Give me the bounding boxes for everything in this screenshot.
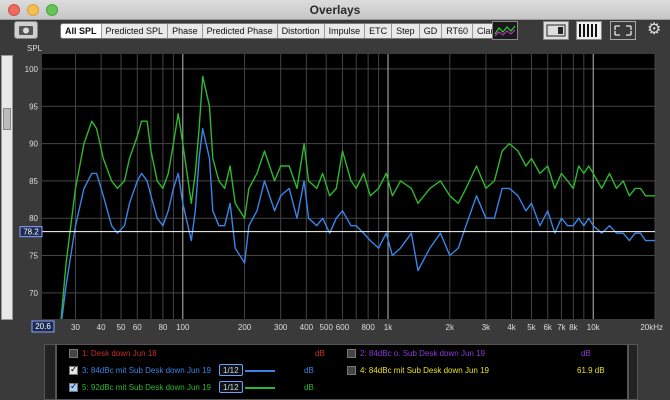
x-tick-label: 7k <box>557 323 566 332</box>
legend-label-3: 3: 84dBc mit Sub Desk down Jun 19 <box>82 366 211 375</box>
y-tick-label: 80 <box>29 214 38 223</box>
smoothing-button-5[interactable]: 1/12 <box>219 381 243 393</box>
legend-value-4: 61.9 dB <box>577 366 605 375</box>
legend-unit-3: dB <box>304 366 314 375</box>
cursor-y-readout: 78.2 <box>23 228 39 237</box>
spl-plot[interactable]: 100 95 90 85 80 75 70 30 40 50 60 80 100 200 300 400 500… <box>0 42 670 344</box>
x-tick-label: 60 <box>133 323 142 332</box>
legend-scroll-left[interactable] <box>44 344 56 400</box>
legend-line-5 <box>245 387 275 389</box>
camera-icon[interactable] <box>14 21 38 39</box>
x-tick-label: 50 <box>117 323 126 332</box>
x-tick-label: 3k <box>482 323 491 332</box>
plot-background <box>42 54 655 319</box>
toolbar: All SPL Predicted SPL Phase Predicted Ph… <box>0 20 670 42</box>
legend-line-3 <box>245 370 275 372</box>
legend-label-5: 5: 92dBc mit Sub Desk down Jun 19 <box>82 383 211 392</box>
legend-unit-1: dB <box>315 349 325 358</box>
legend-checkbox-2[interactable] <box>347 349 356 358</box>
x-tick-label: 30 <box>71 323 80 332</box>
x-tick-label: 10k <box>587 323 601 332</box>
y-tick-label: 75 <box>29 252 38 261</box>
tab-rt60[interactable]: RT60 <box>442 24 474 38</box>
cursor-x-readout: 20.6 <box>35 322 51 331</box>
legend-checkbox-4[interactable] <box>347 366 356 375</box>
x-tick-label: 40 <box>97 323 106 332</box>
tab-all-spl[interactable]: All SPL <box>61 24 102 38</box>
legend-label-1: 1: Desk down Jun 18 <box>82 349 157 358</box>
legend-scroll-right[interactable] <box>628 344 638 400</box>
gear-icon[interactable]: ⚙ <box>647 22 661 38</box>
x-tick-label: 1k <box>384 323 393 332</box>
smoothing-button-3[interactable]: 1/12 <box>219 364 243 376</box>
x-tick-label: 6k <box>543 323 552 332</box>
y-tick-label: 90 <box>29 140 38 149</box>
tab-phase[interactable]: Phase <box>168 24 203 38</box>
spectrum-icon[interactable] <box>492 21 518 40</box>
x-tick-label: 800 <box>361 323 375 332</box>
y-tick-label: 95 <box>29 102 38 111</box>
x-tick-label: 4k <box>507 323 516 332</box>
tab-distortion[interactable]: Distortion <box>278 24 325 38</box>
tab-gd[interactable]: GD <box>420 24 443 38</box>
x-tick-label: 20kHz <box>640 323 663 332</box>
x-tick-label: 300 <box>274 323 288 332</box>
tab-etc[interactable]: ETC <box>365 24 393 38</box>
y-tick-label: 100 <box>25 65 39 74</box>
x-tick-label: 400 <box>300 323 314 332</box>
x-tick-label: 8k <box>569 323 578 332</box>
window-title: Overlays <box>309 3 361 17</box>
legend-checkbox-3[interactable] <box>69 364 78 375</box>
tab-predicted-spl[interactable]: Predicted SPL <box>102 24 169 38</box>
title-bar: Overlays <box>0 0 670 20</box>
legend-label-2: 2: 84dBc o. Sub Desk down Jun 19 <box>360 349 485 358</box>
x-tick-label: 2k <box>446 323 455 332</box>
x-tick-label: 100 <box>176 323 190 332</box>
tab-impulse[interactable]: Impulse <box>325 24 366 38</box>
x-tick-label: 80 <box>158 323 167 332</box>
graph-tabs: All SPL Predicted SPL Phase Predicted Ph… <box>60 23 508 39</box>
legend-checkbox-5[interactable] <box>69 381 78 392</box>
tab-predicted-phase[interactable]: Predicted Phase <box>203 24 278 38</box>
bars-icon[interactable] <box>576 21 602 40</box>
x-tick-label: 600 <box>336 323 350 332</box>
window-icon[interactable] <box>543 21 569 40</box>
tab-step[interactable]: Step <box>392 24 420 38</box>
legend-unit-2: dB <box>581 349 591 358</box>
expand-icon[interactable] <box>610 21 636 40</box>
x-tick-label: 5k <box>527 323 536 332</box>
legend-checkbox-1[interactable] <box>69 349 78 358</box>
y-tick-label: 70 <box>29 289 38 298</box>
x-tick-label: 500 <box>320 323 334 332</box>
legend-unit-5: dB <box>304 383 314 392</box>
legend-label-4: 4: 84dBc mit Sub Desk down Jun 19 <box>360 366 489 375</box>
x-tick-label: 200 <box>238 323 252 332</box>
legend-panel: 1: Desk down Jun 18 dB 3: 84dBc mit Sub … <box>56 344 628 400</box>
y-tick-label: 85 <box>29 177 38 186</box>
